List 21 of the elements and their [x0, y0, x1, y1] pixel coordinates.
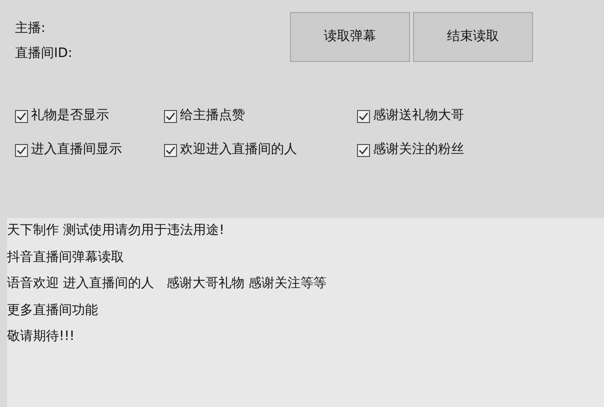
action-button[interactable]: 结束读取 — [413, 12, 533, 62]
check-icon — [358, 110, 369, 122]
option-checkbox[interactable]: 给主播点赞 — [164, 107, 357, 125]
check-icon — [16, 110, 27, 122]
action-button[interactable]: 读取弹幕 — [290, 12, 410, 62]
option-checkbox[interactable]: 礼物是否显示 — [15, 107, 164, 125]
log-line: 语音欢迎 进入直播间的人 感谢大哥礼物 感谢关注等等 — [7, 275, 328, 293]
option-checkbox[interactable]: 进入直播间显示 — [15, 141, 164, 159]
log-line: 敬请期待!!! — [7, 328, 76, 346]
check-icon — [165, 144, 176, 156]
check-icon — [165, 110, 176, 122]
option-checkbox[interactable]: 感谢关注的粉丝 — [357, 141, 557, 159]
check-icon — [16, 144, 27, 156]
option-checkbox[interactable]: 欢迎进入直播间的人 — [164, 141, 357, 159]
option-checkbox[interactable]: 感谢送礼物大哥 — [357, 107, 557, 125]
log-line: 天下制作 测试使用请勿用于违法用途! — [7, 222, 226, 240]
field-label: 直播间ID: — [15, 45, 74, 63]
check-icon — [358, 144, 369, 156]
field-label: 主播: — [15, 20, 46, 38]
log-line: 抖音直播间弹幕读取 — [7, 248, 125, 266]
log-line: 更多直播间功能 — [7, 302, 99, 320]
